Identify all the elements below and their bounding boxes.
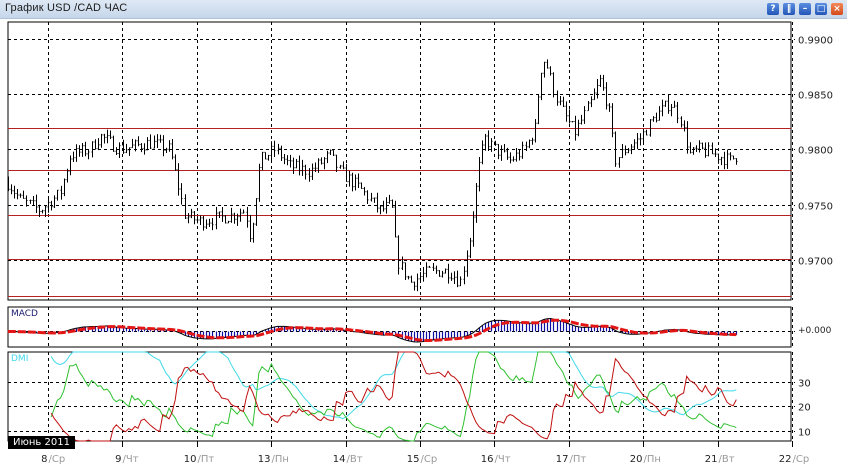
- x-label-weekday: /Пн: [644, 454, 661, 465]
- x-label-day: 17: [556, 454, 569, 465]
- macd-zero-label: +0.000: [798, 326, 832, 336]
- x-label-weekday: /Чт: [123, 454, 139, 465]
- x-label-day: 15: [407, 454, 420, 465]
- price-axis-label: 0.9850: [798, 91, 833, 102]
- x-label-day: 20: [630, 454, 643, 465]
- price-axis-label: 0.9700: [798, 257, 833, 268]
- dmi-label: DMI: [11, 354, 29, 364]
- price-chart[interactable]: 8/Ср 9/Чт 10/Пт 13/Пн 14/Вт 15/Ср 16/Чт 17/Пт 20…: [0, 0, 847, 472]
- x-label-day: 14: [333, 454, 346, 465]
- x-label-weekday: /Ср: [49, 454, 66, 465]
- price-panel: [7, 21, 792, 301]
- dmi-axis-label: 20: [798, 403, 811, 414]
- x-label-day: 22: [779, 454, 792, 465]
- x-label-day: 13: [258, 454, 271, 465]
- dmi-panel: [7, 351, 792, 442]
- x-label-weekday: /Вт: [347, 454, 363, 465]
- x-label-weekday: /Ср: [793, 454, 810, 465]
- price-axis-label: 0.9800: [798, 146, 833, 157]
- x-label-weekday: /Пт: [570, 454, 587, 465]
- x-label-weekday: /Ср: [421, 454, 438, 465]
- month-label: Июнь 2011: [8, 436, 75, 449]
- x-label-day: 21: [705, 454, 718, 465]
- x-label-day: 9: [115, 454, 121, 465]
- dmi-axis-label: 10: [798, 428, 811, 439]
- x-label-weekday: /Вт: [719, 454, 735, 465]
- price-axis-label: 0.9900: [798, 36, 833, 47]
- price-axis-label: 0.9750: [798, 202, 833, 213]
- x-label-weekday: /Пт: [198, 454, 215, 465]
- x-label-day: 10: [184, 454, 197, 465]
- x-label-weekday: /Чт: [495, 454, 511, 465]
- macd-panel: [7, 306, 792, 348]
- x-label-weekday: /Пн: [272, 454, 289, 465]
- macd-label: MACD: [11, 309, 38, 319]
- x-label-day: 16: [481, 454, 494, 465]
- x-label-day: 8: [41, 454, 47, 465]
- dmi-axis-label: 30: [798, 379, 811, 390]
